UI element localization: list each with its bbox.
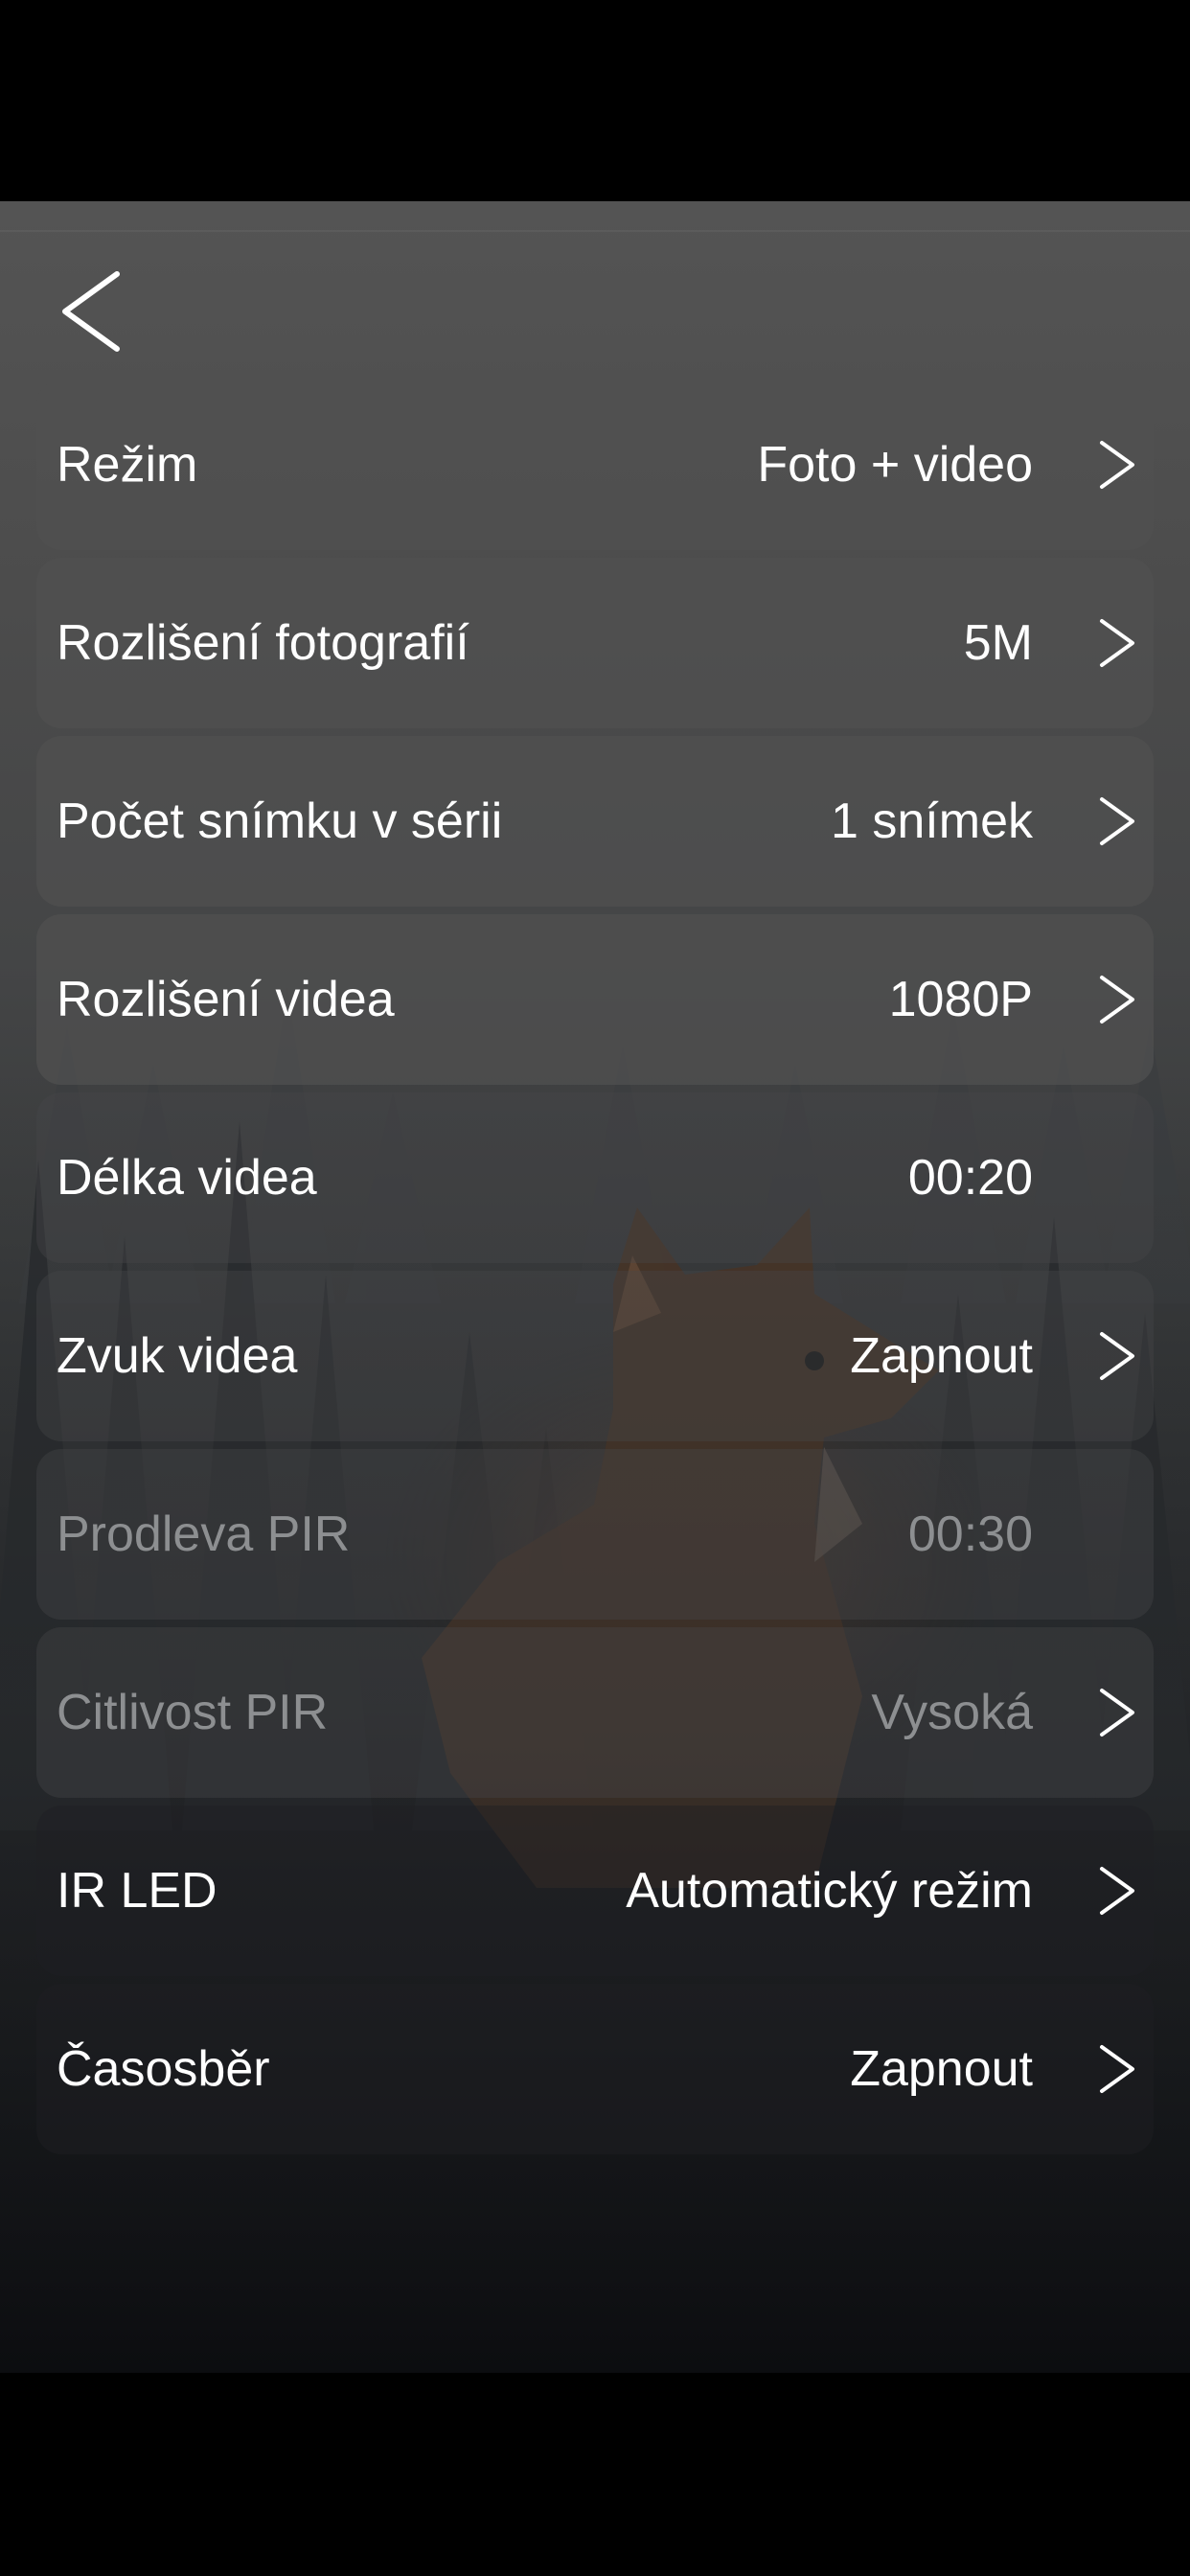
chevron-right-icon xyxy=(1100,797,1134,845)
setting-value: 1 snímek xyxy=(831,794,1033,849)
setting-label: Rozlišení fotografií xyxy=(57,615,469,671)
chevron-right-icon xyxy=(1100,1332,1134,1380)
setting-row-ir-led[interactable]: IR LED Automatický režim xyxy=(36,1806,1154,1976)
setting-row-video-sound[interactable]: Zvuk videa Zapnout xyxy=(36,1271,1154,1441)
app-screen: Režim Foto + video Rozlišení fotografií … xyxy=(0,0,1190,2576)
chevron-right-icon xyxy=(1100,619,1134,667)
setting-label: Časosběr xyxy=(57,2041,270,2097)
chevron-left-icon xyxy=(62,271,120,352)
setting-value: Foto + video xyxy=(757,437,1033,493)
setting-label: Režim xyxy=(57,437,198,493)
back-button[interactable] xyxy=(48,259,134,364)
setting-label: Rozlišení videa xyxy=(57,972,395,1027)
setting-row-photo-resolution[interactable]: Rozlišení fotografií 5M xyxy=(36,558,1154,728)
setting-row-video-resolution[interactable]: Rozlišení videa 1080P xyxy=(36,914,1154,1085)
setting-value: Zapnout xyxy=(850,2041,1033,2097)
settings-panel: Režim Foto + video Rozlišení fotografií … xyxy=(0,201,1190,2373)
setting-row-pir-delay[interactable]: Prodleva PIR 00:30 xyxy=(36,1449,1154,1620)
chevron-right-icon xyxy=(1100,976,1134,1024)
setting-label: Prodleva PIR xyxy=(57,1506,351,1562)
chevron-right-icon xyxy=(1100,2045,1134,2093)
setting-row-timelapse[interactable]: Časosběr Zapnout xyxy=(36,1984,1154,2154)
setting-label: Zvuk videa xyxy=(57,1328,298,1384)
setting-value: 00:30 xyxy=(907,1506,1033,1562)
setting-value: Zapnout xyxy=(850,1328,1033,1384)
settings-list: Režim Foto + video Rozlišení fotografií … xyxy=(36,380,1154,2162)
panel-divider xyxy=(0,230,1190,232)
setting-row-pir-sensitivity[interactable]: Citlivost PIR Vysoká xyxy=(36,1627,1154,1798)
setting-value: Automatický režim xyxy=(626,1863,1033,1919)
chevron-right-icon xyxy=(1100,441,1134,489)
status-bar-area xyxy=(0,0,1190,201)
setting-value: 5M xyxy=(963,615,1033,671)
chevron-right-icon xyxy=(1100,1689,1134,1736)
setting-label: Délka videa xyxy=(57,1150,317,1206)
setting-value: 1080P xyxy=(888,972,1033,1027)
setting-row-video-length[interactable]: Délka videa 00:20 xyxy=(36,1092,1154,1263)
setting-label: Počet snímku v sérii xyxy=(57,794,503,849)
chevron-right-icon xyxy=(1100,1867,1134,1915)
setting-value: 00:20 xyxy=(907,1150,1033,1206)
setting-row-rezim[interactable]: Režim Foto + video xyxy=(36,380,1154,550)
setting-row-burst-count[interactable]: Počet snímku v sérii 1 snímek xyxy=(36,736,1154,907)
setting-label: Citlivost PIR xyxy=(57,1685,329,1740)
setting-label: IR LED xyxy=(57,1863,217,1919)
setting-value: Vysoká xyxy=(871,1685,1033,1740)
home-indicator-area xyxy=(0,2373,1190,2576)
